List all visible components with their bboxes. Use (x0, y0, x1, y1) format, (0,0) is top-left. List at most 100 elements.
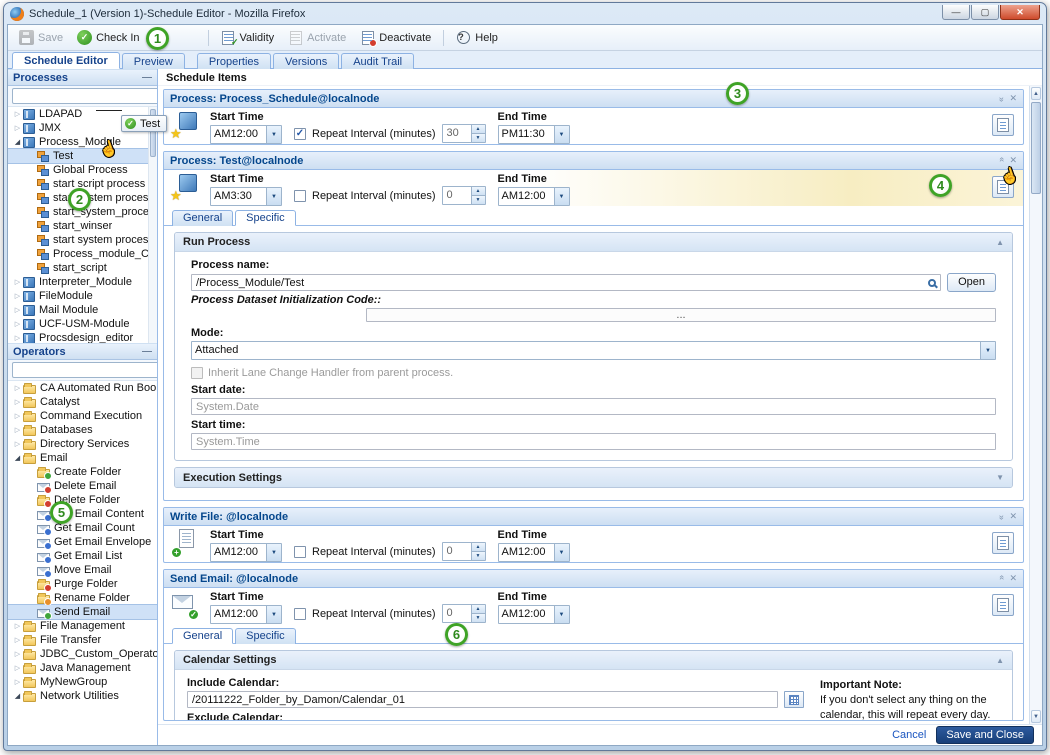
tree-item-mail-module[interactable]: ▷Mail Module (8, 303, 157, 317)
tree-item-databases[interactable]: ▷Databases (8, 423, 157, 437)
tree-item-create-folder[interactable]: Create Folder (8, 465, 157, 479)
tab-general[interactable]: General (172, 628, 233, 644)
repeat-interval-checkbox[interactable] (294, 190, 306, 202)
start-date-field[interactable]: System.Date (191, 398, 996, 415)
tree-item-start-winser[interactable]: start_winser (8, 219, 157, 233)
spin-down-icon[interactable]: ▼ (472, 196, 485, 204)
item-details-button[interactable] (992, 532, 1014, 554)
tree-item-filemodule[interactable]: ▷FileModule (8, 289, 157, 303)
tree-item-start-system-process[interactable]: start system process (8, 233, 157, 247)
collapse-icon[interactable]: » (997, 577, 1006, 580)
repeat-interval-stepper[interactable]: 0 ▲▼ (442, 604, 486, 623)
repeat-interval-stepper[interactable]: 30 ▲▼ (442, 124, 486, 143)
help-button[interactable]: ? Help (450, 28, 504, 47)
collapse-icon[interactable]: » (997, 97, 1006, 100)
spin-down-icon[interactable]: ▼ (472, 614, 485, 622)
remove-item-icon[interactable]: ✕ (1009, 156, 1017, 165)
item-details-button[interactable] (992, 114, 1014, 136)
spin-down-icon[interactable]: ▼ (472, 134, 485, 142)
expand-arrow-icon[interactable]: ▷ (12, 622, 23, 630)
tab-schedule-editor[interactable]: Schedule Editor (12, 52, 120, 69)
spin-up-icon[interactable]: ▲ (472, 543, 485, 552)
cancel-link[interactable]: Cancel (892, 729, 926, 741)
dataset-init-field[interactable]: ... (366, 308, 996, 322)
calendar-settings-header[interactable]: Calendar Settings ▲ (175, 651, 1012, 670)
processes-scrollbar[interactable] (148, 107, 157, 343)
activate-button[interactable]: Activate (282, 28, 352, 47)
tree-item-get-email-list[interactable]: Get Email List (8, 549, 157, 563)
tree-item-move-email[interactable]: Move Email (8, 563, 157, 577)
mode-select[interactable]: Attached ▼ (191, 341, 996, 360)
expand-arrow-icon[interactable]: ▷ (12, 440, 23, 448)
run-process-header[interactable]: Run Process ▲ (175, 233, 1012, 252)
chevron-down-icon[interactable]: ▼ (266, 188, 281, 205)
spin-up-icon[interactable]: ▲ (472, 187, 485, 196)
collapse-icon[interactable]: » (997, 159, 1006, 162)
tree-item-catalyst[interactable]: ▷Catalyst (8, 395, 157, 409)
execution-settings-header[interactable]: Execution Settings ▼ (175, 468, 1012, 487)
save-button[interactable]: Save (13, 28, 69, 47)
tree-item-get-email-content[interactable]: Get Email Content (8, 507, 157, 521)
repeat-interval-checkbox[interactable] (294, 128, 306, 140)
repeat-interval-stepper[interactable]: 0 ▲▼ (442, 542, 486, 561)
end-time-select[interactable]: AM12:00 ▼ (498, 187, 570, 206)
processes-search-input[interactable] (13, 90, 158, 102)
repeat-interval-stepper[interactable]: 0 ▲▼ (442, 186, 486, 205)
tree-item-network-utilities[interactable]: ◢Network Utilities (8, 689, 157, 703)
end-time-select[interactable]: AM12:00 ▼ (498, 543, 570, 562)
expand-arrow-icon[interactable]: ▷ (12, 292, 23, 300)
tab-preview[interactable]: Preview (122, 53, 185, 69)
tab-versions[interactable]: Versions (273, 53, 339, 69)
expand-arrow-icon[interactable]: ▷ (12, 334, 23, 342)
tree-item-jdbc-custom-operators[interactable]: ▷JDBC_Custom_Operators (8, 647, 157, 661)
collapse-arrow-icon[interactable]: ◢ (12, 138, 23, 146)
tree-item-rename-folder[interactable]: Rename Folder (8, 591, 157, 605)
tab-specific[interactable]: Specific (235, 628, 296, 644)
scrollbar-thumb[interactable] (1031, 102, 1041, 194)
chevron-down-icon[interactable]: ▼ (266, 606, 281, 623)
end-time-select[interactable]: AM12:00 ▼ (498, 605, 570, 624)
scroll-up-icon[interactable]: ▲ (1031, 87, 1041, 100)
start-time-field[interactable]: System.Time (191, 433, 996, 450)
collapse-panel-icon[interactable]: — (142, 73, 152, 83)
expand-arrow-icon[interactable]: ▷ (12, 664, 23, 672)
collapse-section-icon[interactable]: ▲ (996, 238, 1004, 247)
expand-arrow-icon[interactable]: ▷ (12, 650, 23, 658)
main-scrollbar[interactable]: ▲ ▼ (1029, 86, 1042, 724)
chevron-down-icon[interactable]: ▼ (266, 544, 281, 561)
tree-item-send-email[interactable]: Send Email (8, 605, 157, 619)
tree-item-delete-email[interactable]: Delete Email (8, 479, 157, 493)
repeat-interval-label[interactable]: Repeat Interval (minutes) (312, 190, 436, 202)
start-time-select[interactable]: AM12:00 ▼ (210, 125, 282, 144)
open-button[interactable]: Open (947, 273, 996, 292)
tree-item-ca-automated-run-book[interactable]: ▷CA Automated Run Book (8, 381, 157, 395)
start-time-select[interactable]: AM12:00 ▼ (210, 543, 282, 562)
tree-item-delete-folder[interactable]: Delete Folder (8, 493, 157, 507)
tree-item-interpreter-module[interactable]: ▷Interpreter_Module (8, 275, 157, 289)
repeat-interval-checkbox[interactable] (294, 546, 306, 558)
start-time-select[interactable]: AM3:30 ▼ (210, 187, 282, 206)
expand-arrow-icon[interactable]: ▷ (12, 384, 23, 392)
tree-item-file-transfer[interactable]: ▷File Transfer (8, 633, 157, 647)
spin-up-icon[interactable]: ▲ (472, 605, 485, 614)
remove-item-icon[interactable]: ✕ (1009, 574, 1017, 583)
tree-item-purge-folder[interactable]: Purge Folder (8, 577, 157, 591)
deactivate-button[interactable]: Deactivate (354, 28, 437, 47)
include-calendar-field[interactable]: /20111222_Folder_by_Damon/Calendar_01 (187, 691, 778, 708)
expand-section-icon[interactable]: ▼ (996, 473, 1004, 482)
tree-item-start-script[interactable]: start_script (8, 261, 157, 275)
chevron-down-icon[interactable]: ▼ (980, 342, 995, 359)
validity-button[interactable]: Validity (215, 28, 281, 47)
spin-down-icon[interactable]: ▼ (472, 552, 485, 560)
save-and-close-button[interactable]: Save and Close (936, 726, 1034, 744)
tree-item-email[interactable]: ◢Email (8, 451, 157, 465)
tab-general[interactable]: General (172, 210, 233, 226)
expand-arrow-icon[interactable]: ▷ (12, 398, 23, 406)
tab-specific[interactable]: Specific (235, 210, 296, 226)
tree-item-get-email-count[interactable]: Get Email Count (8, 521, 157, 535)
check-in-button[interactable]: ✓ Check In (71, 28, 145, 47)
expand-arrow-icon[interactable]: ▷ (12, 110, 23, 118)
tree-item-process-module[interactable]: ◢Process_Module (8, 135, 157, 149)
spin-up-icon[interactable]: ▲ (472, 125, 485, 134)
tab-audit-trail[interactable]: Audit Trail (341, 53, 414, 69)
